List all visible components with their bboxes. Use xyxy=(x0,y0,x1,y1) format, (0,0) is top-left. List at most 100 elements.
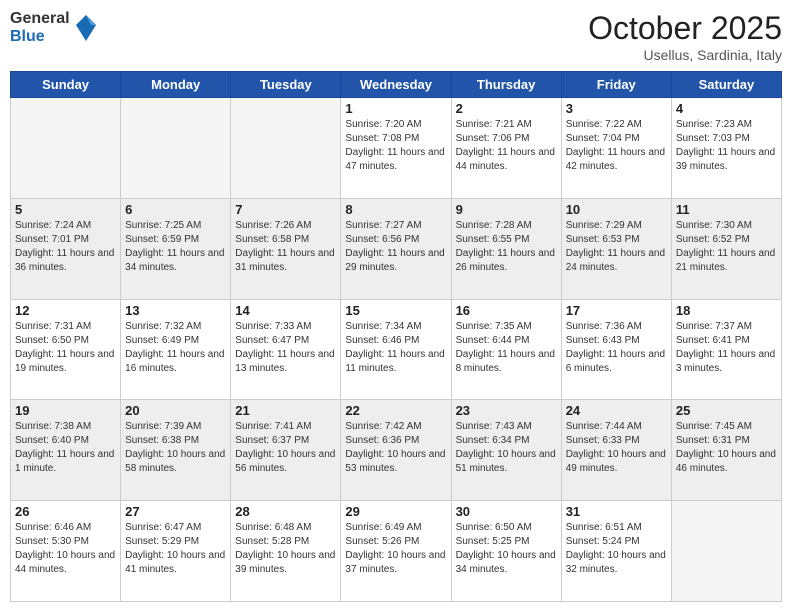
table-row: 22 Sunrise: 7:42 AM Sunset: 6:36 PM Dayli… xyxy=(341,400,451,501)
day-info: Sunrise: 6:50 AM Sunset: 5:25 PM Dayligh… xyxy=(456,521,557,577)
table-row: 10Sunrise: 7:29 AM Sunset: 6:53 PM Dayli… xyxy=(561,198,671,299)
table-row: 30Sunrise: 6:50 AM Sunset: 5:25 PM Dayli… xyxy=(451,501,561,602)
table-row: 20 Sunrise: 7:39 AM Sunset: 6:38 PM Dayli… xyxy=(121,400,231,501)
day-info: Sunrise: 7:28 AM Sunset: 6:55 PM Dayligh… xyxy=(456,219,557,275)
table-row: 17 Sunrise: 7:36 AM Sunset: 6:43 PM Dayli… xyxy=(561,299,671,400)
table-row: 28 Sunrise: 6:48 AM Sunset: 5:28 PM Dayli… xyxy=(231,501,341,602)
day-number: 6 xyxy=(125,202,226,217)
col-wednesday: Wednesday xyxy=(341,72,451,98)
table-row xyxy=(11,98,121,199)
day-info: Sunrise: 7:42 AM Sunset: 6:36 PM Dayligh… xyxy=(345,420,446,476)
day-info: Sunrise: 6:49 AM Sunset: 5:26 PM Dayligh… xyxy=(345,521,446,577)
table-row xyxy=(671,501,781,602)
table-row: 6 Sunrise: 7:25 AM Sunset: 6:59 PM Daylig… xyxy=(121,198,231,299)
logo-general: General xyxy=(10,10,70,28)
day-number: 18 xyxy=(676,303,777,318)
day-info: Sunrise: 7:45 AM Sunset: 6:31 PM Dayligh… xyxy=(676,420,777,476)
day-info: Sunrise: 7:41 AM Sunset: 6:37 PM Dayligh… xyxy=(235,420,336,476)
table-row: 1 Sunrise: 7:20 AM Sunset: 7:08 PM Daylig… xyxy=(341,98,451,199)
table-row: 13 Sunrise: 7:32 AM Sunset: 6:49 PM Dayli… xyxy=(121,299,231,400)
col-thursday: Thursday xyxy=(451,72,561,98)
day-info: Sunrise: 6:51 AM Sunset: 5:24 PM Dayligh… xyxy=(566,521,667,577)
day-info: Sunrise: 7:44 AM Sunset: 6:33 PM Dayligh… xyxy=(566,420,667,476)
day-info: Sunrise: 7:21 AM Sunset: 7:06 PM Dayligh… xyxy=(456,118,557,174)
day-info: Sunrise: 7:23 AM Sunset: 7:03 PM Dayligh… xyxy=(676,118,777,174)
calendar-week-0: 1 Sunrise: 7:20 AM Sunset: 7:08 PM Daylig… xyxy=(11,98,782,199)
day-number: 26 xyxy=(15,504,116,519)
day-info: Sunrise: 7:26 AM Sunset: 6:58 PM Dayligh… xyxy=(235,219,336,275)
day-info: Sunrise: 7:32 AM Sunset: 6:49 PM Dayligh… xyxy=(125,320,226,376)
day-number: 25 xyxy=(676,403,777,418)
day-number: 20 xyxy=(125,403,226,418)
subtitle: Usellus, Sardinia, Italy xyxy=(588,47,782,63)
logo: General Blue xyxy=(10,10,98,45)
day-number: 24 xyxy=(566,403,667,418)
table-row: 21 Sunrise: 7:41 AM Sunset: 6:37 PM Dayli… xyxy=(231,400,341,501)
day-info: Sunrise: 7:27 AM Sunset: 6:56 PM Dayligh… xyxy=(345,219,446,275)
table-row: 25 Sunrise: 7:45 AM Sunset: 6:31 PM Dayli… xyxy=(671,400,781,501)
day-number: 27 xyxy=(125,504,226,519)
col-tuesday: Tuesday xyxy=(231,72,341,98)
day-number: 8 xyxy=(345,202,446,217)
day-number: 23 xyxy=(456,403,557,418)
day-info: Sunrise: 7:39 AM Sunset: 6:38 PM Dayligh… xyxy=(125,420,226,476)
calendar-table: Sunday Monday Tuesday Wednesday Thursday… xyxy=(10,71,782,602)
day-number: 15 xyxy=(345,303,446,318)
table-row: 2 Sunrise: 7:21 AM Sunset: 7:06 PM Daylig… xyxy=(451,98,561,199)
day-number: 12 xyxy=(15,303,116,318)
day-number: 1 xyxy=(345,101,446,116)
day-number: 17 xyxy=(566,303,667,318)
table-row: 9Sunrise: 7:28 AM Sunset: 6:55 PM Daylig… xyxy=(451,198,561,299)
day-number: 4 xyxy=(676,101,777,116)
day-info: Sunrise: 7:36 AM Sunset: 6:43 PM Dayligh… xyxy=(566,320,667,376)
col-saturday: Saturday xyxy=(671,72,781,98)
day-number: 21 xyxy=(235,403,336,418)
day-number: 16 xyxy=(456,303,557,318)
day-number: 2 xyxy=(456,101,557,116)
table-row: 11 Sunrise: 7:30 AM Sunset: 6:52 PM Dayli… xyxy=(671,198,781,299)
day-number: 10 xyxy=(566,202,667,217)
day-number: 13 xyxy=(125,303,226,318)
col-sunday: Sunday xyxy=(11,72,121,98)
table-row: 5Sunrise: 7:24 AM Sunset: 7:01 PM Daylig… xyxy=(11,198,121,299)
day-info: Sunrise: 7:30 AM Sunset: 6:52 PM Dayligh… xyxy=(676,219,777,275)
table-row: 12 Sunrise: 7:31 AM Sunset: 6:50 PM Dayli… xyxy=(11,299,121,400)
day-info: Sunrise: 7:31 AM Sunset: 6:50 PM Dayligh… xyxy=(15,320,116,376)
day-number: 3 xyxy=(566,101,667,116)
calendar-body: 1 Sunrise: 7:20 AM Sunset: 7:08 PM Daylig… xyxy=(11,98,782,602)
logo-text: General Blue xyxy=(10,10,70,45)
calendar-week-2: 12 Sunrise: 7:31 AM Sunset: 6:50 PM Dayli… xyxy=(11,299,782,400)
table-row: 31 Sunrise: 6:51 AM Sunset: 5:24 PM Dayli… xyxy=(561,501,671,602)
table-row: 14 Sunrise: 7:33 AM Sunset: 6:47 PM Dayli… xyxy=(231,299,341,400)
day-number: 5 xyxy=(15,202,116,217)
table-row: 15 Sunrise: 7:34 AM Sunset: 6:46 PM Dayli… xyxy=(341,299,451,400)
day-info: Sunrise: 7:22 AM Sunset: 7:04 PM Dayligh… xyxy=(566,118,667,174)
table-row xyxy=(121,98,231,199)
calendar-week-1: 5Sunrise: 7:24 AM Sunset: 7:01 PM Daylig… xyxy=(11,198,782,299)
header: General Blue October 2025 Usellus, Sardi… xyxy=(10,10,782,63)
table-row: 18 Sunrise: 7:37 AM Sunset: 6:41 PM Dayli… xyxy=(671,299,781,400)
table-row: 4 Sunrise: 7:23 AM Sunset: 7:03 PM Daylig… xyxy=(671,98,781,199)
table-row: 26Sunrise: 6:46 AM Sunset: 5:30 PM Dayli… xyxy=(11,501,121,602)
day-number: 11 xyxy=(676,202,777,217)
day-number: 14 xyxy=(235,303,336,318)
day-info: Sunrise: 7:33 AM Sunset: 6:47 PM Dayligh… xyxy=(235,320,336,376)
day-number: 22 xyxy=(345,403,446,418)
day-number: 31 xyxy=(566,504,667,519)
day-info: Sunrise: 6:47 AM Sunset: 5:29 PM Dayligh… xyxy=(125,521,226,577)
table-row: 23Sunrise: 7:43 AM Sunset: 6:34 PM Dayli… xyxy=(451,400,561,501)
day-info: Sunrise: 7:25 AM Sunset: 6:59 PM Dayligh… xyxy=(125,219,226,275)
day-number: 28 xyxy=(235,504,336,519)
logo-icon xyxy=(74,13,98,43)
header-row: Sunday Monday Tuesday Wednesday Thursday… xyxy=(11,72,782,98)
calendar-header: Sunday Monday Tuesday Wednesday Thursday… xyxy=(11,72,782,98)
day-info: Sunrise: 7:37 AM Sunset: 6:41 PM Dayligh… xyxy=(676,320,777,376)
table-row: 3 Sunrise: 7:22 AM Sunset: 7:04 PM Daylig… xyxy=(561,98,671,199)
day-number: 7 xyxy=(235,202,336,217)
title-block: October 2025 Usellus, Sardinia, Italy xyxy=(588,10,782,63)
calendar-week-3: 19Sunrise: 7:38 AM Sunset: 6:40 PM Dayli… xyxy=(11,400,782,501)
day-info: Sunrise: 6:48 AM Sunset: 5:28 PM Dayligh… xyxy=(235,521,336,577)
day-info: Sunrise: 7:20 AM Sunset: 7:08 PM Dayligh… xyxy=(345,118,446,174)
day-info: Sunrise: 7:35 AM Sunset: 6:44 PM Dayligh… xyxy=(456,320,557,376)
day-info: Sunrise: 7:34 AM Sunset: 6:46 PM Dayligh… xyxy=(345,320,446,376)
